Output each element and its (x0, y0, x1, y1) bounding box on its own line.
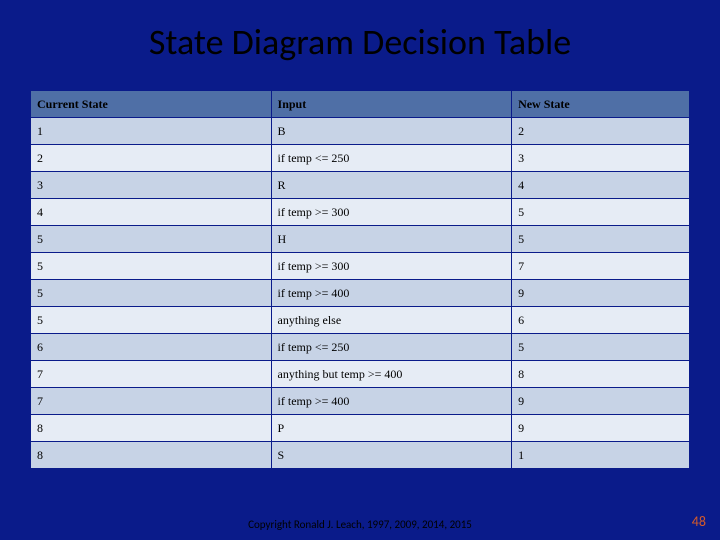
table-row: 5 if temp >= 300 7 (31, 253, 690, 280)
cell-input: S (271, 442, 512, 469)
table-row: 7 anything but temp >= 400 8 (31, 361, 690, 388)
page-number: 48 (692, 513, 706, 530)
cell-next: 9 (512, 415, 690, 442)
cell-input: anything else (271, 307, 512, 334)
decision-table-wrap: Current State Input New State 1 B 2 2 if… (30, 90, 690, 469)
cell-current: 8 (31, 415, 272, 442)
cell-input: if temp >= 300 (271, 199, 512, 226)
cell-input: if temp <= 250 (271, 334, 512, 361)
cell-next: 9 (512, 280, 690, 307)
col-header-new-state: New State (512, 91, 690, 118)
cell-current: 4 (31, 199, 272, 226)
cell-next: 5 (512, 199, 690, 226)
cell-current: 5 (31, 307, 272, 334)
cell-next: 2 (512, 118, 690, 145)
cell-next: 7 (512, 253, 690, 280)
slide: State Diagram Decision Table Current Sta… (0, 0, 720, 540)
table-row: 4 if temp >= 300 5 (31, 199, 690, 226)
page-title: State Diagram Decision Table (0, 0, 720, 76)
cell-input: if temp >= 400 (271, 280, 512, 307)
cell-current: 7 (31, 361, 272, 388)
cell-current: 2 (31, 145, 272, 172)
col-header-input: Input (271, 91, 512, 118)
table-row: 3 R 4 (31, 172, 690, 199)
cell-next: 1 (512, 442, 690, 469)
cell-next: 6 (512, 307, 690, 334)
col-header-current-state: Current State (31, 91, 272, 118)
table-row: 8 S 1 (31, 442, 690, 469)
cell-input: if temp >= 300 (271, 253, 512, 280)
cell-current: 5 (31, 253, 272, 280)
cell-next: 5 (512, 226, 690, 253)
table-row: 5 anything else 6 (31, 307, 690, 334)
cell-current: 5 (31, 226, 272, 253)
table-header-row: Current State Input New State (31, 91, 690, 118)
cell-next: 9 (512, 388, 690, 415)
cell-input: if temp >= 400 (271, 388, 512, 415)
cell-next: 4 (512, 172, 690, 199)
cell-current: 8 (31, 442, 272, 469)
table-row: 6 if temp <= 250 5 (31, 334, 690, 361)
table-row: 7 if temp >= 400 9 (31, 388, 690, 415)
cell-current: 5 (31, 280, 272, 307)
cell-input: if temp <= 250 (271, 145, 512, 172)
table-row: 5 H 5 (31, 226, 690, 253)
copyright-text: Copyright Ronald J. Leach, 1997, 2009, 2… (0, 518, 720, 532)
cell-next: 5 (512, 334, 690, 361)
cell-current: 1 (31, 118, 272, 145)
cell-current: 6 (31, 334, 272, 361)
cell-input: P (271, 415, 512, 442)
cell-input: B (271, 118, 512, 145)
cell-input: R (271, 172, 512, 199)
cell-input: anything but temp >= 400 (271, 361, 512, 388)
table-row: 1 B 2 (31, 118, 690, 145)
cell-input: H (271, 226, 512, 253)
table-row: 5 if temp >= 400 9 (31, 280, 690, 307)
cell-current: 3 (31, 172, 272, 199)
table-row: 2 if temp <= 250 3 (31, 145, 690, 172)
decision-table: Current State Input New State 1 B 2 2 if… (30, 90, 690, 469)
cell-next: 8 (512, 361, 690, 388)
table-row: 8 P 9 (31, 415, 690, 442)
cell-next: 3 (512, 145, 690, 172)
cell-current: 7 (31, 388, 272, 415)
